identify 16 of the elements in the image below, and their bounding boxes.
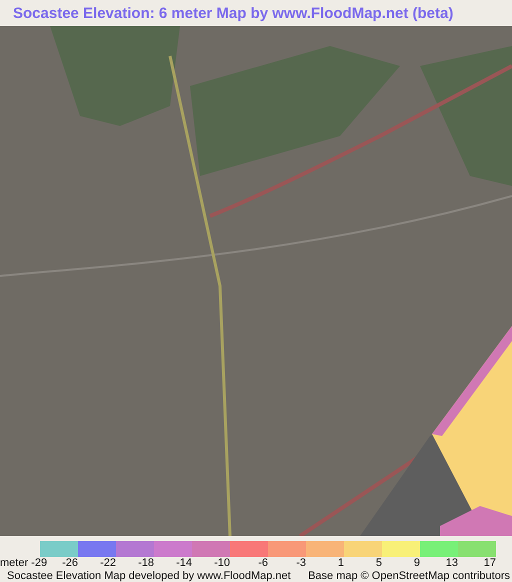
map-title: Socastee Elevation: 6 meter Map by www.FloodMap.net (beta): [12, 4, 454, 24]
legend-label: -14: [176, 557, 192, 569]
legend-label: -18: [138, 557, 154, 569]
legend-label: 13: [446, 557, 458, 569]
legend-label: -6: [258, 557, 268, 569]
legend-label: 1: [338, 557, 344, 569]
legend-label: 5: [376, 557, 382, 569]
legend-label: 17: [484, 557, 496, 569]
legend-label: meter -29: [0, 557, 48, 570]
legend-label: -3: [296, 557, 306, 569]
legend-label: -10: [214, 557, 230, 569]
credit-text: Socastee Elevation Map developed by www.FloodMap.net: [7, 570, 291, 582]
legend-label: -22: [100, 557, 116, 569]
attribution-text: Base map © OpenStreetMap contributors: [308, 570, 510, 582]
legend-label: 9: [414, 557, 420, 569]
legend-label: -26: [62, 557, 78, 569]
